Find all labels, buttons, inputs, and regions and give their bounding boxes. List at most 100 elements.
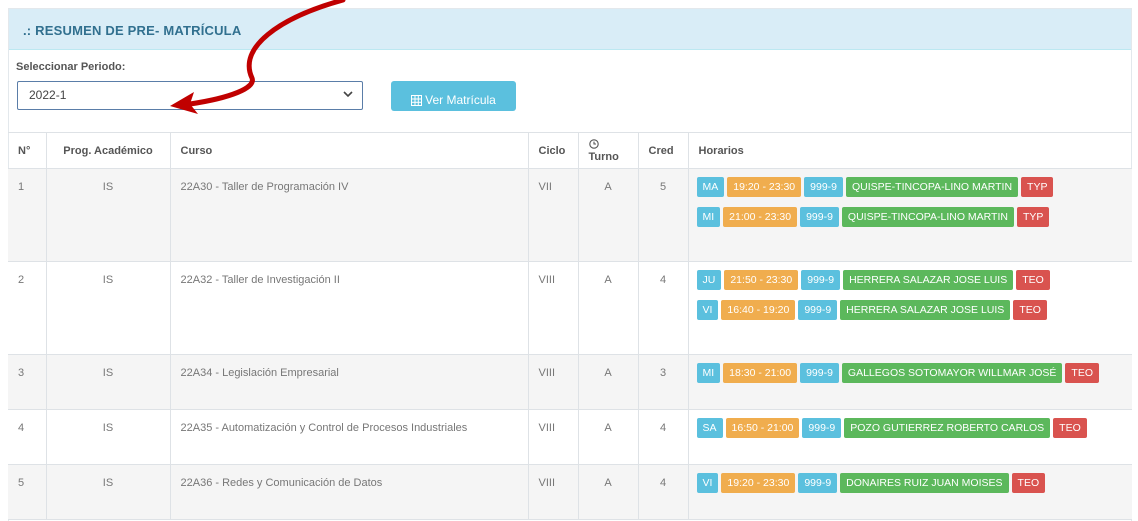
time-badge: 21:50 - 23:30 xyxy=(724,270,799,290)
cell-ciclo: VIII xyxy=(527,464,578,520)
day-badge: MI xyxy=(696,207,721,227)
col-horarios: Horarios xyxy=(687,132,1132,169)
cell-turno: A xyxy=(577,409,638,465)
panel-title: .: RESUMEN DE PRE- MATRÍCULA xyxy=(23,23,242,38)
schedule-entry: MI 21:00 - 23:30 999-9 QUISPE-TINCOPA-LI… xyxy=(696,207,1123,227)
room-badge: 999-9 xyxy=(804,177,843,197)
cell-turno: A xyxy=(577,261,638,355)
schedule-entry: SA 16:50 - 21:00 999-9 POZO GUTIERREZ RO… xyxy=(696,418,1123,438)
cell-curso: 22A34 - Legislación Empresarial xyxy=(169,354,528,410)
cell-prog: IS xyxy=(45,464,170,520)
type-badge: TEO xyxy=(1065,363,1100,383)
cell-curso: 22A32 - Taller de Investigación II xyxy=(169,261,528,355)
cell-turno: A xyxy=(577,168,638,262)
cell-ciclo: VIII xyxy=(527,409,578,465)
table-body: 1 IS 22A30 - Taller de Programación IV V… xyxy=(8,168,1132,520)
table-row: 2 IS 22A32 - Taller de Investigación II … xyxy=(8,261,1132,355)
table-row: 5 IS 22A36 - Redes y Comunicación de Dat… xyxy=(8,464,1132,520)
time-badge: 19:20 - 23:30 xyxy=(727,177,802,197)
cell-ciclo: VIII xyxy=(527,261,578,355)
col-turno: Turno xyxy=(577,132,638,169)
cell-horarios: MI 18:30 - 21:00 999-9 GALLEGOS SOTOMAYO… xyxy=(687,354,1132,410)
cell-horarios: VI 19:20 - 23:30 999-9 DONAIRES RUIZ JUA… xyxy=(687,464,1132,520)
cell-prog: IS xyxy=(45,168,170,262)
ver-matricula-button[interactable]: Ver Matrícula xyxy=(391,81,516,111)
room-badge: 999-9 xyxy=(798,300,838,320)
col-ciclo: Ciclo xyxy=(527,132,578,169)
day-badge: VI xyxy=(696,300,719,320)
panel-header: .: RESUMEN DE PRE- MATRÍCULA xyxy=(9,9,1131,50)
courses-table: N° Prog. Académico Curso Ciclo Turno Cre… xyxy=(8,132,1132,520)
room-badge: 999-9 xyxy=(802,418,842,438)
day-badge: MI xyxy=(696,363,721,383)
teacher-badge: POZO GUTIERREZ ROBERTO CARLOS xyxy=(844,418,1051,438)
cell-num: 5 xyxy=(8,464,46,520)
day-badge: JU xyxy=(696,270,722,290)
time-badge: 16:50 - 21:00 xyxy=(725,418,800,438)
teacher-badge: QUISPE-TINCOPA-LINO MARTIN xyxy=(846,177,1019,197)
table-row: 3 IS 22A34 - Legislación Empresarial VII… xyxy=(8,354,1132,410)
schedule-entry: MI 18:30 - 21:00 999-9 GALLEGOS SOTOMAYO… xyxy=(696,363,1123,383)
type-badge: TEO xyxy=(1016,270,1050,290)
cell-horarios: JU 21:50 - 23:30 999-9 HERRERA SALAZAR J… xyxy=(687,261,1132,355)
chevron-down-icon xyxy=(343,91,353,98)
cell-cred: 3 xyxy=(637,354,688,410)
room-badge: 999-9 xyxy=(800,207,839,227)
type-badge: TEO xyxy=(1011,473,1046,493)
room-badge: 999-9 xyxy=(798,473,838,493)
period-select[interactable]: 2022-1 xyxy=(17,81,363,110)
cell-cred: 4 xyxy=(637,464,688,520)
teacher-badge: HERRERA SALAZAR JOSE LUIS xyxy=(840,300,1011,320)
time-badge: 18:30 - 21:00 xyxy=(723,363,798,383)
room-badge: 999-9 xyxy=(801,270,841,290)
col-cred: Cred xyxy=(637,132,688,169)
type-badge: TEO xyxy=(1013,300,1047,320)
schedule-entry: VI 19:20 - 23:30 999-9 DONAIRES RUIZ JUA… xyxy=(696,473,1123,493)
cell-curso: 22A35 - Automatización y Control de Proc… xyxy=(169,409,528,465)
teacher-badge: HERRERA SALAZAR JOSE LUIS xyxy=(843,270,1014,290)
period-filter: Seleccionar Periodo: xyxy=(16,61,125,79)
cell-horarios: SA 16:50 - 21:00 999-9 POZO GUTIERREZ RO… xyxy=(687,409,1132,465)
col-num: N° xyxy=(8,132,46,169)
cell-cred: 5 xyxy=(637,168,688,262)
col-prog: Prog. Académico xyxy=(45,132,170,169)
cell-horarios: MA 19:20 - 23:30 999-9 QUISPE-TINCOPA-LI… xyxy=(687,168,1132,262)
room-badge: 999-9 xyxy=(800,363,839,383)
teacher-badge: DONAIRES RUIZ JUAN MOISES xyxy=(840,473,1009,493)
cell-turno: A xyxy=(577,464,638,520)
type-badge: TYP xyxy=(1021,177,1054,197)
table-icon xyxy=(411,94,423,106)
cell-curso: 22A30 - Taller de Programación IV xyxy=(169,168,528,262)
day-badge: MA xyxy=(696,177,725,197)
cell-cred: 4 xyxy=(637,261,688,355)
clock-icon xyxy=(588,138,599,149)
table-row: 1 IS 22A30 - Taller de Programación IV V… xyxy=(8,168,1132,262)
cell-cred: 4 xyxy=(637,409,688,465)
schedule-entry: VI 16:40 - 19:20 999-9 HERRERA SALAZAR J… xyxy=(696,300,1123,320)
cell-prog: IS xyxy=(45,354,170,410)
teacher-badge: QUISPE-TINCOPA-LINO MARTIN xyxy=(841,207,1014,227)
cell-num: 3 xyxy=(8,354,46,410)
period-select-value: 2022-1 xyxy=(29,88,67,102)
time-badge: 16:40 - 19:20 xyxy=(721,300,796,320)
period-label: Seleccionar Periodo: xyxy=(16,61,126,73)
time-badge: 19:20 - 23:30 xyxy=(721,473,796,493)
col-turno-label: Turno xyxy=(588,150,619,163)
cell-prog: IS xyxy=(45,409,170,465)
ver-matricula-label: Ver Matrícula xyxy=(425,93,496,107)
day-badge: VI xyxy=(696,473,719,493)
table-header-row: N° Prog. Académico Curso Ciclo Turno Cre… xyxy=(8,132,1132,169)
time-badge: 21:00 - 23:30 xyxy=(723,207,798,227)
cell-num: 2 xyxy=(8,261,46,355)
schedule-entry: JU 21:50 - 23:30 999-9 HERRERA SALAZAR J… xyxy=(696,270,1123,290)
type-badge: TEO xyxy=(1053,418,1087,438)
cell-prog: IS xyxy=(45,261,170,355)
col-curso: Curso xyxy=(169,132,528,169)
teacher-badge: GALLEGOS SOTOMAYOR WILLMAR JOSÉ xyxy=(841,363,1063,383)
day-badge: SA xyxy=(696,418,723,438)
table-row: 4 IS 22A35 - Automatización y Control de… xyxy=(8,409,1132,465)
cell-ciclo: VIII xyxy=(527,354,578,410)
cell-num: 1 xyxy=(8,168,46,262)
schedule-entry: MA 19:20 - 23:30 999-9 QUISPE-TINCOPA-LI… xyxy=(696,177,1123,197)
cell-curso: 22A36 - Redes y Comunicación de Datos xyxy=(169,464,528,520)
